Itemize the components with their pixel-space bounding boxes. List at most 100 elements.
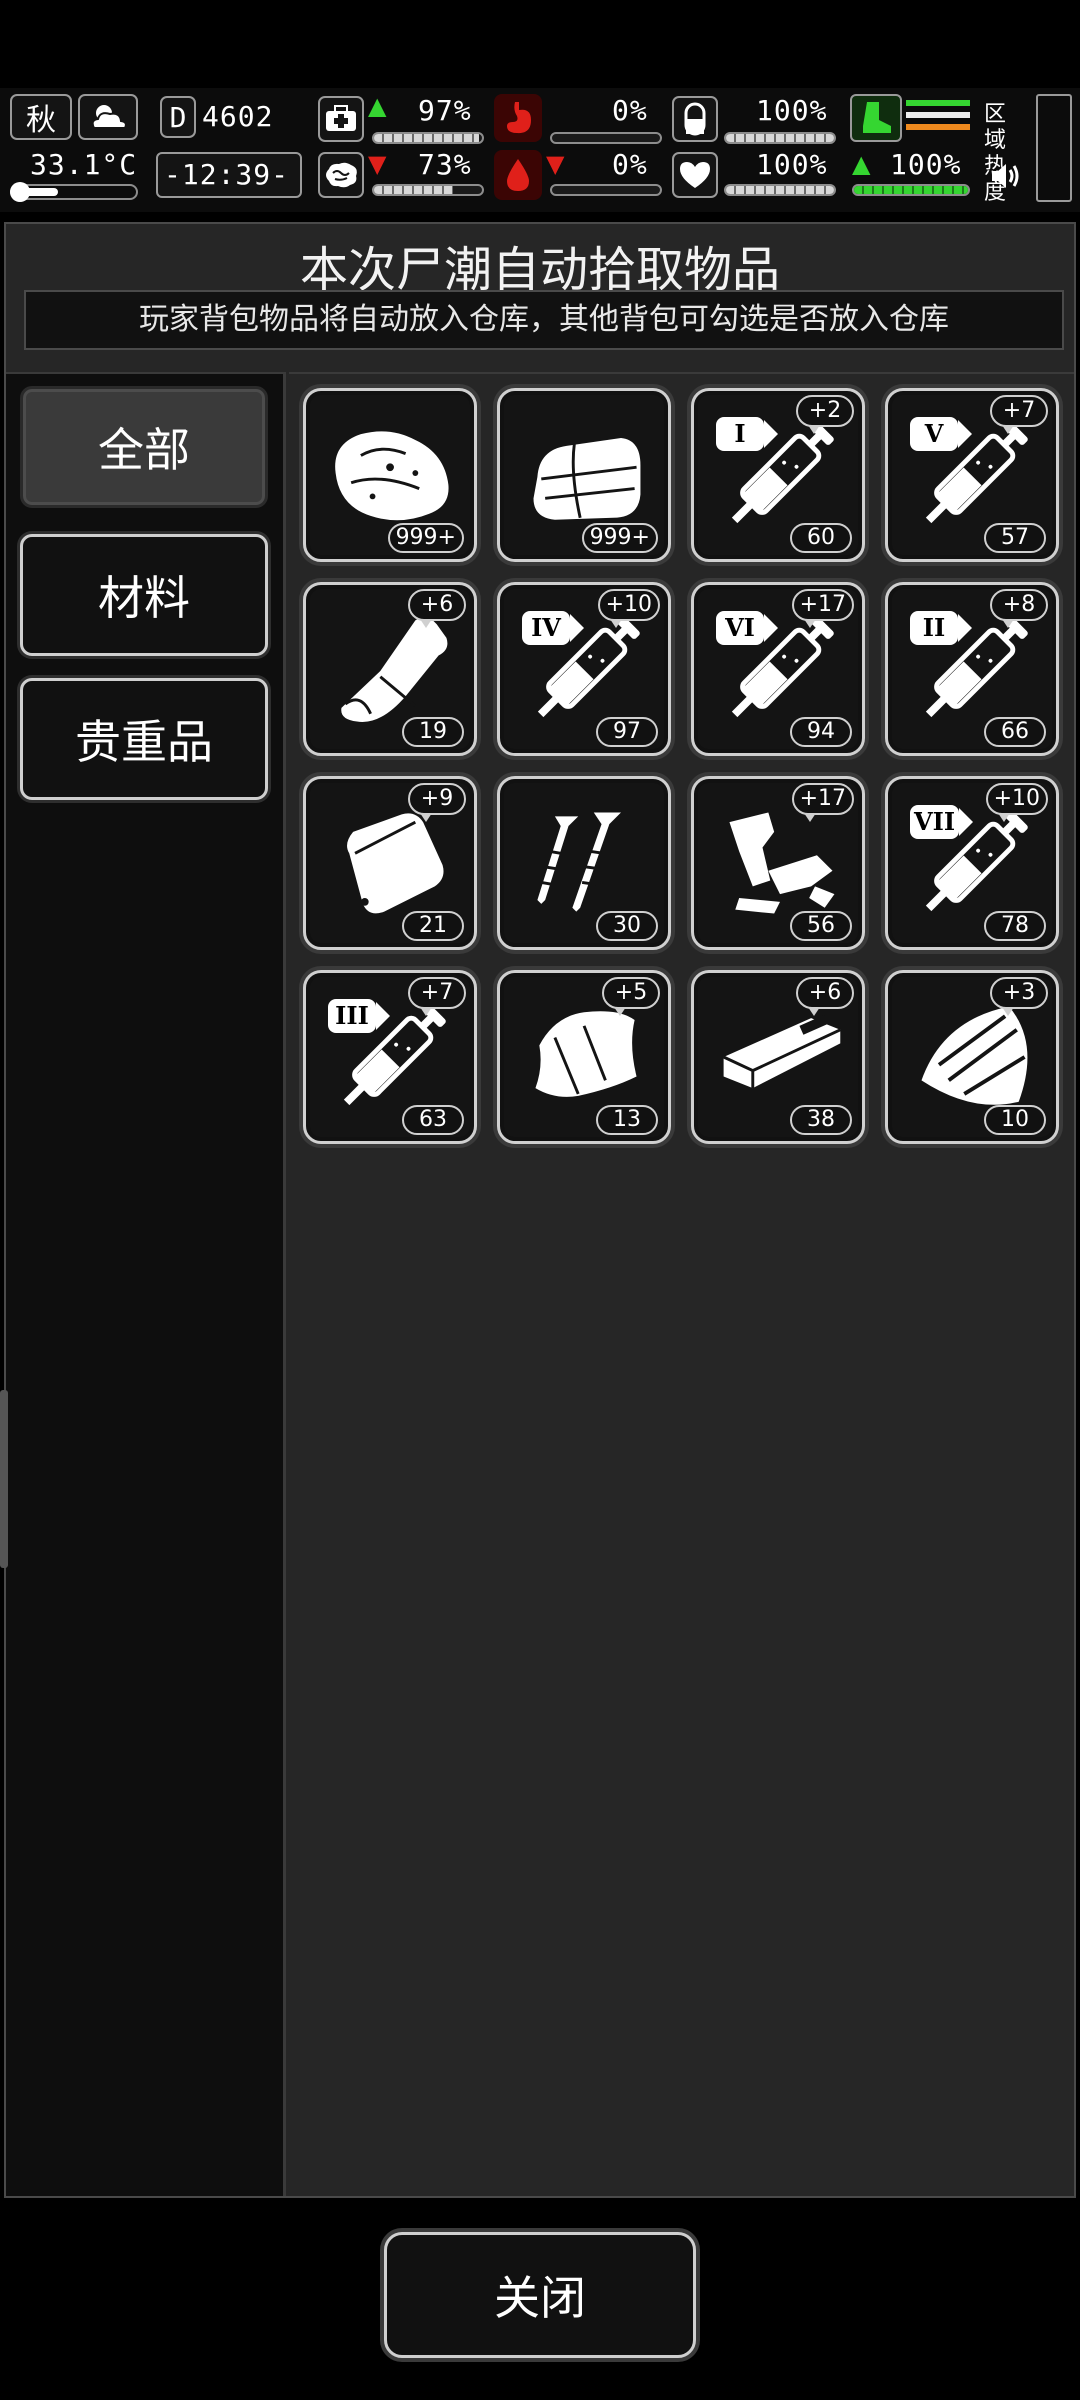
item-slot-syringe-7[interactable]: VII +10 78: [885, 776, 1059, 950]
item-slot-pouch[interactable]: +9 21: [303, 776, 477, 950]
thermometer-icon: [10, 182, 138, 202]
item-count-badge: 10: [984, 1105, 1046, 1135]
blood-value: 0%: [612, 148, 648, 181]
heart-value: 100%: [756, 148, 828, 181]
item-count-badge: 13: [596, 1105, 658, 1135]
item-slot-syringe-2[interactable]: II +8 66: [885, 582, 1059, 756]
item-tier-badge: VII: [910, 805, 974, 839]
item-bonus-badge: +17: [791, 589, 854, 628]
item-slot-cloth[interactable]: 999+: [497, 388, 671, 562]
pill-value: 100%: [756, 94, 828, 127]
auto-pickup-panel: 本次尸潮自动拾取物品 玩家背包物品将自动放入仓库，其他背包可勾选是否放入仓库 全…: [4, 222, 1076, 2198]
item-slot-raw-meat[interactable]: 999+: [303, 388, 477, 562]
stomach-bar: [550, 132, 662, 144]
weather-icon: [78, 94, 138, 140]
speaker-icon[interactable]: [988, 158, 1024, 194]
category-all-label: 全部: [98, 423, 190, 477]
blood-drop-icon: [494, 150, 542, 200]
item-count-badge: 97: [596, 717, 658, 747]
category-materials-tab[interactable]: 材料: [20, 534, 268, 656]
day-prefix: D: [169, 100, 187, 134]
pill-icon: [672, 96, 718, 142]
item-slot-syringe-5[interactable]: V +7 57: [885, 388, 1059, 562]
item-bonus-badge: +7: [990, 395, 1048, 434]
category-sidebar: 全部 材料 贵重品: [6, 372, 286, 2196]
temperature-readout: 33.1°C: [30, 148, 138, 181]
category-all-tab[interactable]: 全部: [20, 386, 268, 508]
stamina-stripes: [906, 98, 970, 138]
item-count-badge: 999+: [581, 523, 658, 553]
item-bonus-badge: +5: [602, 977, 660, 1016]
season-badge: 秋: [10, 94, 72, 140]
item-slot-wood-plank[interactable]: +6 38: [691, 970, 865, 1144]
category-valuables-tab[interactable]: 贵重品: [20, 678, 268, 800]
day-prefix-badge: D: [160, 96, 196, 138]
item-tier-badge: I: [716, 417, 778, 451]
clock-readout: -12:39-: [164, 158, 290, 191]
item-grid: 999+ 999+ I +2 60 V +7 57 +6 19 IV +10 97 VI +17 94 II +8…: [289, 372, 1074, 2196]
item-tier-badge: V: [910, 417, 972, 451]
brain-icon: [318, 152, 364, 198]
stomach-icon: [494, 94, 542, 142]
item-slot-syringe-4[interactable]: IV +10 97: [497, 582, 671, 756]
item-slot-bandage-roll[interactable]: +6 19: [303, 582, 477, 756]
item-count-badge: 66: [984, 717, 1046, 747]
item-slot-syringe-1[interactable]: I +2 60: [691, 388, 865, 562]
item-bonus-badge: +10: [597, 589, 660, 628]
item-bonus-badge: +3: [990, 977, 1048, 1016]
pill-bar: [724, 132, 836, 144]
item-bonus-badge: +9: [408, 783, 466, 822]
item-count-badge: 21: [402, 911, 464, 941]
item-slot-leather[interactable]: +5 13: [497, 970, 671, 1144]
stomach-value: 0%: [612, 94, 648, 127]
item-slot-syringe-6[interactable]: VI +17 94: [691, 582, 865, 756]
status-hud: 秋 33.1°C D 4602 -12:39- ▲ 97% 0% 100% ▼ …: [0, 88, 1080, 212]
item-bonus-badge: +17: [791, 783, 854, 822]
blood-bar: [550, 184, 662, 196]
item-count-badge: 57: [984, 523, 1046, 553]
brain-trend-down-icon: ▼: [368, 150, 387, 178]
heart-bar: [724, 184, 836, 196]
item-bonus-badge: +6: [408, 589, 466, 628]
brain-bar: [372, 184, 484, 196]
item-count-badge: 78: [984, 911, 1046, 941]
clock-box: -12:39-: [156, 152, 302, 198]
item-bonus-badge: +7: [408, 977, 466, 1016]
close-button-label: 关闭: [494, 2271, 586, 2325]
brain-value: 73%: [418, 148, 472, 181]
item-count-badge: 30: [596, 911, 658, 941]
stamina-trend-up-icon: ▲: [852, 150, 871, 178]
boot-icon: [850, 94, 902, 142]
first-aid-value: 97%: [418, 94, 472, 127]
item-count-badge: 999+: [387, 523, 464, 553]
item-bonus-badge: +10: [985, 783, 1048, 822]
panel-subtitle: 玩家背包物品将自动放入仓库，其他背包可勾选是否放入仓库: [24, 290, 1064, 350]
day-counter: 4602: [202, 100, 274, 133]
item-tier-badge: II: [910, 611, 972, 645]
item-bonus-badge: +8: [990, 589, 1048, 628]
item-count-badge: 94: [790, 717, 852, 747]
side-drawer-handle[interactable]: [0, 1390, 8, 1568]
item-count-badge: 19: [402, 717, 464, 747]
item-slot-syringe-3[interactable]: III +7 63: [303, 970, 477, 1144]
first-aid-bar: [372, 132, 484, 144]
category-materials-label: 材料: [98, 571, 190, 625]
item-slot-scrap-parts[interactable]: +17 56: [691, 776, 865, 950]
blood-trend-down-icon: ▼: [546, 150, 565, 178]
close-button[interactable]: 关闭: [384, 2232, 696, 2358]
item-bonus-badge: +2: [796, 395, 854, 434]
item-count-badge: 63: [402, 1105, 464, 1135]
item-slot-screws[interactable]: 30: [497, 776, 671, 950]
category-valuables-label: 贵重品: [75, 715, 213, 769]
zone-heat-meter: [1036, 94, 1072, 202]
stamina-value: 100%: [890, 148, 962, 181]
item-bonus-badge: +6: [796, 977, 854, 1016]
first-aid-trend-up-icon: ▲: [368, 92, 387, 120]
item-tier-badge: VI: [716, 611, 778, 645]
season-label: 秋: [26, 103, 56, 138]
item-tier-badge: III: [328, 999, 390, 1033]
item-tier-badge: IV: [522, 611, 584, 645]
item-slot-bark[interactable]: +3 10: [885, 970, 1059, 1144]
item-count-badge: 56: [790, 911, 852, 941]
item-count-badge: 38: [790, 1105, 852, 1135]
